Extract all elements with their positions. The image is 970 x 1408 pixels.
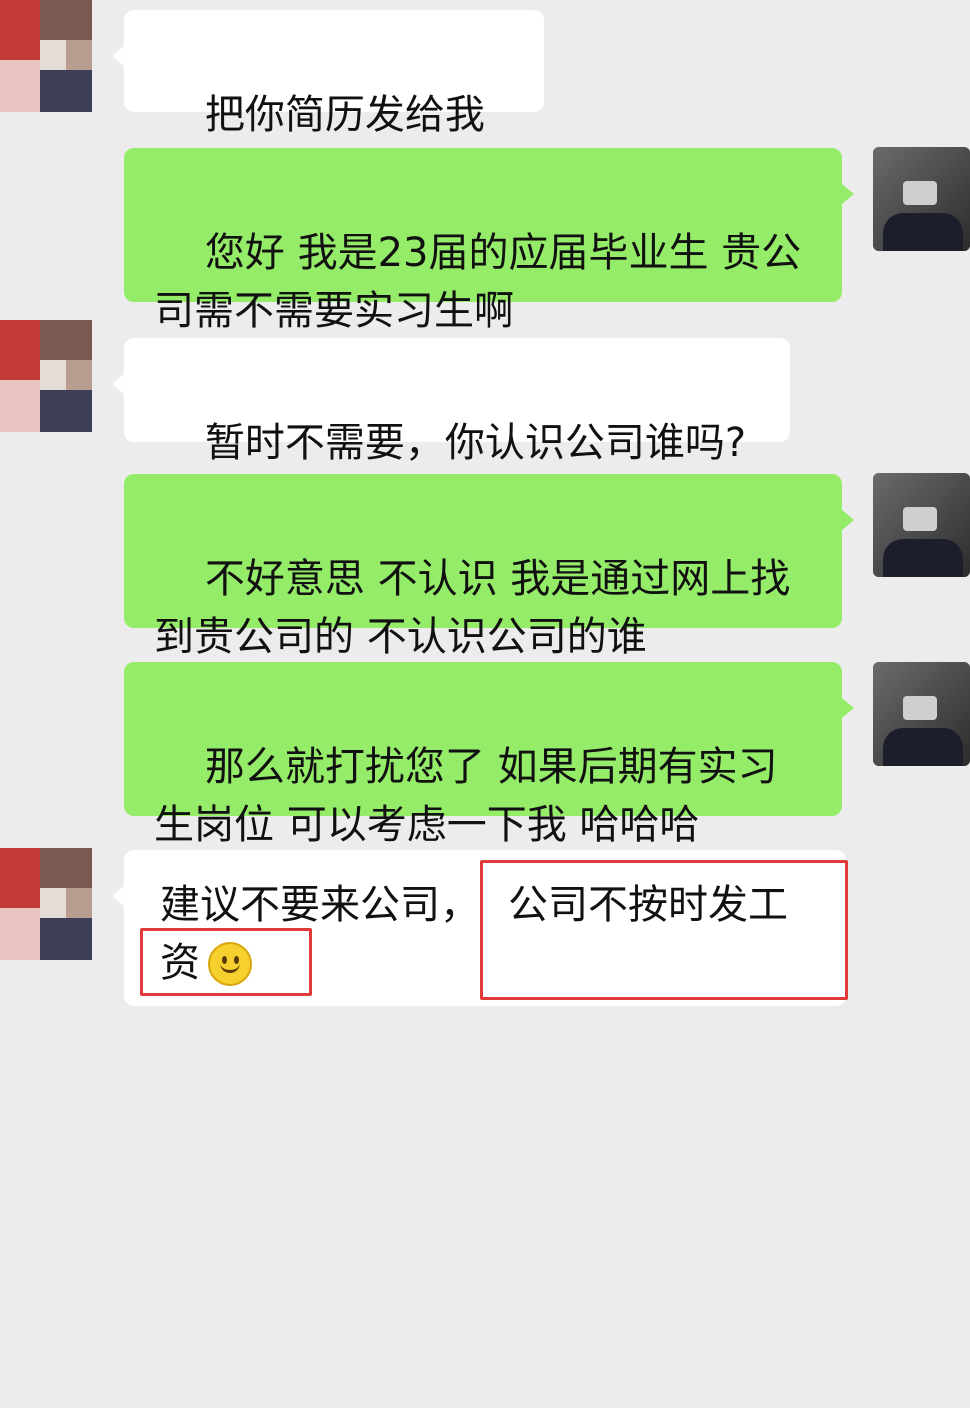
contact-avatar[interactable] (0, 0, 92, 112)
message-bubble[interactable]: 那么就打扰您了 如果后期有实习生岗位 可以考虑一下我 哈哈哈 (124, 662, 842, 848)
message-text: 建议不要来公司， (160, 882, 480, 928)
message-bubble[interactable]: 您好 我是23届的应届毕业生 贵公司需不需要实习生啊 (124, 148, 842, 334)
message-text: 不好意思 不认识 我是通过网上找到贵公司的 不认识公司的谁 (154, 556, 791, 660)
message-text: 那么就打扰您了 如果后期有实习生岗位 可以考虑一下我 哈哈哈 (154, 744, 778, 848)
user-avatar[interactable] (873, 662, 970, 766)
message-text: 暂时不需要，你认识公司谁吗? (204, 420, 747, 466)
highlight-box (480, 860, 848, 1000)
chat-window: 把你简历发给我吧 您好 我是23届的应届毕业生 贵公司需不需要实习生啊 暂时不需… (0, 0, 970, 1028)
user-avatar[interactable] (873, 147, 970, 251)
message-bubble[interactable]: 暂时不需要，你认识公司谁吗? (124, 338, 790, 466)
message-bubble[interactable]: 把你简历发给我吧 (124, 10, 544, 196)
contact-avatar[interactable] (0, 320, 92, 432)
message-text: 您好 我是23届的应届毕业生 贵公司需不需要实习生啊 (154, 230, 802, 334)
highlight-box (140, 928, 312, 996)
message-bubble[interactable]: 不好意思 不认识 我是通过网上找到贵公司的 不认识公司的谁 (124, 474, 842, 660)
user-avatar[interactable] (873, 473, 970, 577)
contact-avatar[interactable] (0, 848, 92, 960)
